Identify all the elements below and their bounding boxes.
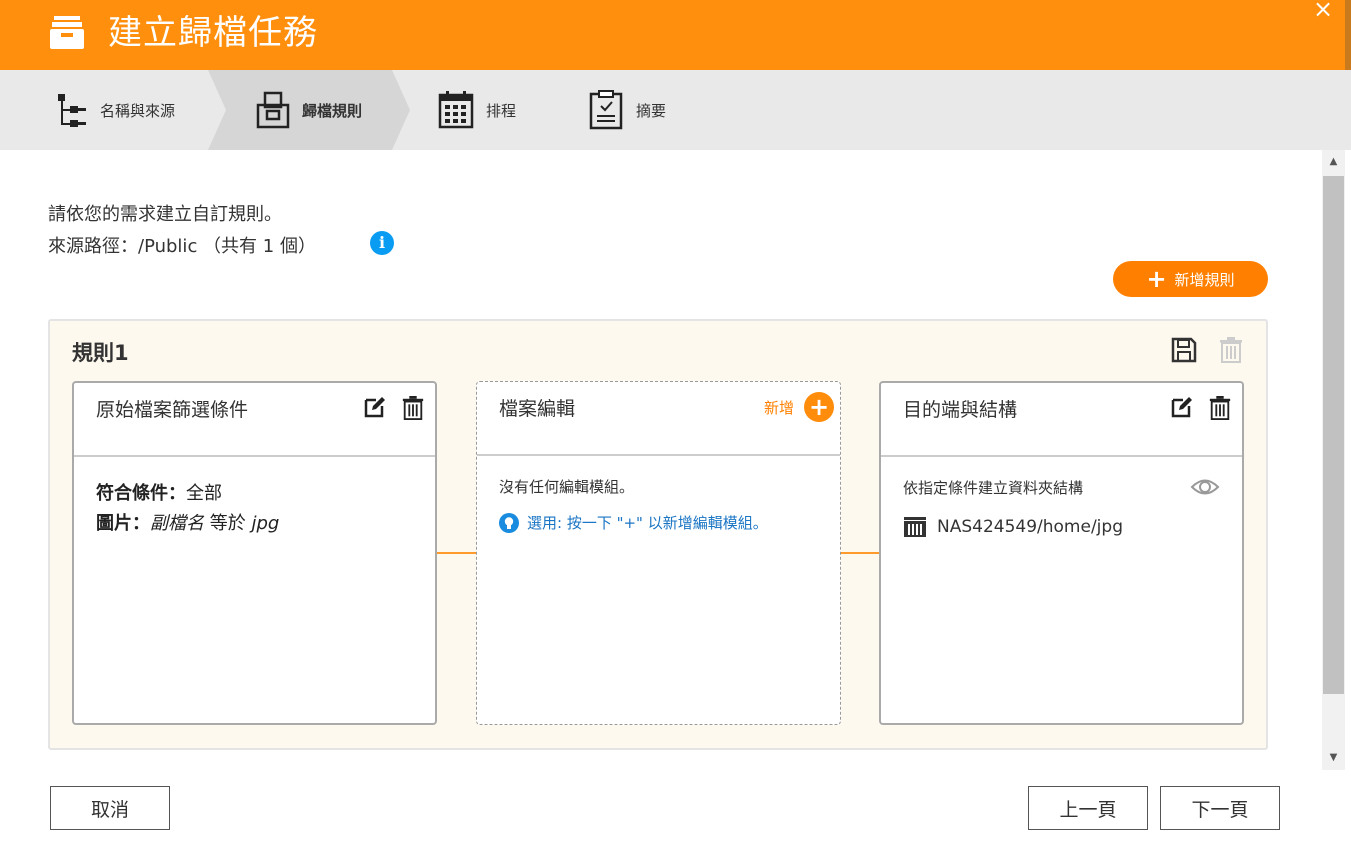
structure-description: 依指定條件建立資料夾結構 bbox=[903, 479, 1084, 497]
step-label: 排程 bbox=[486, 101, 517, 120]
scroll-down-arrow-icon[interactable]: ▼ bbox=[1322, 748, 1345, 768]
card-title: 原始檔案篩選條件 bbox=[96, 399, 249, 421]
connector-line bbox=[841, 552, 880, 554]
scroll-up-arrow-icon[interactable]: ▲ bbox=[1322, 152, 1345, 172]
calendar-icon bbox=[438, 91, 474, 129]
wizard-steps: 名稱與來源 歸檔規則 排程 摘要 bbox=[0, 70, 1345, 150]
bulb-icon bbox=[499, 512, 519, 533]
close-button[interactable]: × bbox=[1310, 0, 1336, 22]
trash-icon[interactable] bbox=[1208, 395, 1232, 425]
summary-icon bbox=[588, 90, 624, 130]
archive-rule-icon bbox=[256, 91, 290, 129]
card-title: 目的端與結構 bbox=[903, 399, 1018, 421]
previous-button[interactable]: 上一頁 bbox=[1028, 786, 1148, 830]
source-path-text: 來源路徑：/Public （共有 1 個） bbox=[48, 236, 316, 257]
edit-icon[interactable] bbox=[1170, 395, 1194, 425]
connector-line bbox=[437, 552, 477, 554]
image-condition: 圖片：副檔名 等於 jpg bbox=[96, 513, 280, 534]
rule-title: 規則1 bbox=[72, 341, 129, 365]
intro-text: 請依您的需求建立自訂規則。 bbox=[48, 204, 282, 225]
trash-icon bbox=[1218, 336, 1244, 368]
window-edge-lower bbox=[1345, 70, 1351, 150]
info-icon[interactable]: i bbox=[370, 231, 394, 255]
eye-icon[interactable] bbox=[1190, 477, 1220, 501]
step-label: 摘要 bbox=[636, 101, 667, 120]
card-header: 檔案編輯 新增 + bbox=[477, 382, 840, 456]
add-rule-label: 新增規則 bbox=[1174, 270, 1235, 289]
cancel-button[interactable]: 取消 bbox=[50, 786, 170, 830]
empty-text: 沒有任何編輯模組。 bbox=[499, 478, 635, 496]
card-header: 目的端與結構 bbox=[881, 383, 1242, 457]
tree-icon bbox=[56, 92, 88, 128]
plus-icon: + bbox=[804, 392, 834, 422]
card-header: 原始檔案篩選條件 bbox=[74, 383, 435, 457]
match-condition: 符合條件：全部 bbox=[96, 483, 222, 504]
next-button[interactable]: 下一頁 bbox=[1160, 786, 1280, 830]
step-label: 名稱與來源 bbox=[100, 101, 176, 120]
window-edge bbox=[1345, 0, 1351, 70]
add-rule-button[interactable]: + 新增規則 bbox=[1113, 261, 1268, 297]
destination-card: 目的端與結構 依指定條件建立資料夾結構 NAS424549/home/jpg bbox=[879, 381, 1244, 725]
archive-icon bbox=[50, 14, 90, 58]
save-icon[interactable] bbox=[1170, 336, 1198, 368]
nas-icon bbox=[903, 515, 927, 539]
title-bar: 建立歸檔任務 × bbox=[0, 0, 1345, 70]
dialog-title: 建立歸檔任務 bbox=[108, 13, 318, 53]
step-name-source[interactable]: 名稱與來源 bbox=[56, 70, 175, 150]
trash-icon[interactable] bbox=[401, 395, 425, 425]
plus-icon: + bbox=[1146, 265, 1167, 293]
add-edit-module-button[interactable]: 新增 + bbox=[764, 392, 834, 422]
destination-path: NAS424549/home/jpg bbox=[903, 515, 1123, 539]
archive-task-dialog: 建立歸檔任務 × 名稱與來源 歸檔規則 排程 摘要 ▲ ▼ 請依您的需求建立自訂… bbox=[0, 0, 1351, 861]
edit-icon[interactable] bbox=[363, 395, 387, 425]
filter-card: 原始檔案篩選條件 符合條件：全部 圖片：副檔名 等於 jpg bbox=[72, 381, 437, 725]
step-archive-rules[interactable]: 歸檔規則 bbox=[256, 70, 362, 150]
hint-text: 選用: 按一下 "+" 以新增編輯模組。 bbox=[499, 512, 768, 533]
step-label: 歸檔規則 bbox=[302, 101, 363, 120]
file-edit-card: 檔案編輯 新增 + 沒有任何編輯模組。 選用: 按一下 "+" 以新增編輯模組。 bbox=[476, 381, 841, 725]
card-title: 檔案編輯 bbox=[499, 398, 576, 420]
step-summary[interactable]: 摘要 bbox=[588, 70, 666, 150]
scrollbar-thumb[interactable] bbox=[1323, 176, 1344, 694]
step-schedule[interactable]: 排程 bbox=[438, 70, 516, 150]
